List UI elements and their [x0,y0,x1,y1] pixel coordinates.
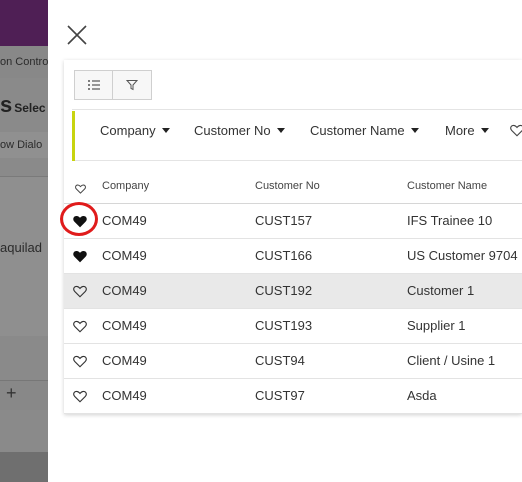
plus-icon: + [6,383,17,403]
heart-outline-icon[interactable] [73,355,87,368]
table-row[interactable]: COM49 CUST157 IFS Trainee 10 [64,204,522,239]
list-toolbar [74,70,152,100]
table-row[interactable]: COM49 CUST97 Asda [64,379,522,414]
app-nav-bar: on Contro [0,46,48,78]
filter-company[interactable]: Company [100,123,170,138]
cell-customer-name: US Customer 9704 [407,248,518,263]
filter-more[interactable]: More [445,123,489,138]
heart-filled-icon[interactable] [73,215,87,228]
cell-company: COM49 [102,353,147,368]
column-header-customer-name[interactable]: Customer Name [407,180,487,192]
column-header-company[interactable]: Company [102,180,149,192]
cell-company: COM49 [102,248,147,263]
background-app: on Contro s Selec ow Dialo aquilad + [0,0,48,482]
column-header-customer-no[interactable]: Customer No [255,180,320,192]
heart-filled-icon[interactable] [73,250,87,263]
heart-outline-icon[interactable] [73,390,87,403]
cell-company: COM49 [102,318,147,333]
app-panel-text: aquilad [0,240,42,255]
app-panel [0,176,48,336]
heart-outline-icon[interactable] [73,320,87,333]
heart-outline-icon[interactable] [73,285,87,298]
cell-customer-name: Asda [407,388,437,403]
table-row[interactable]: COM49 CUST192 Customer 1 [64,274,522,309]
caret-down-icon [276,128,285,134]
heart-outline-icon[interactable] [75,182,86,197]
customer-list-card: Company Customer No Customer Name More C… [64,60,522,414]
app-header [0,0,48,46]
cell-customer-no: CUST192 [255,283,313,298]
filter-customer-no[interactable]: Customer No [194,123,285,138]
caret-down-icon [161,128,170,134]
cell-customer-name: Supplier 1 [407,318,466,333]
table-row[interactable]: COM49 CUST193 Supplier 1 [64,309,522,344]
cell-customer-name: IFS Trainee 10 [407,213,493,228]
cell-customer-no: CUST97 [255,388,305,403]
table-row[interactable]: COM49 CUST94 Client / Usine 1 [64,344,522,379]
cell-customer-name: Customer 1 [407,283,475,298]
cell-customer-no: CUST193 [255,318,313,333]
list-icon[interactable] [74,70,113,100]
customer-lookup-dialog: Company Customer No Customer Name More C… [48,0,522,482]
cell-customer-no: CUST94 [255,353,305,368]
cell-customer-name: Client / Usine 1 [407,353,496,368]
app-command-bar: ow Dialo [0,132,48,158]
filter-bar: Company Customer No Customer Name More [72,109,522,161]
filter-accent-bar [72,111,75,161]
filter-customer-name[interactable]: Customer Name [310,123,419,138]
customer-grid: Company Customer No Customer Name COM49 C… [64,168,522,414]
cell-customer-no: CUST166 [255,248,313,263]
table-row[interactable]: COM49 CUST166 US Customer 9704 [64,239,522,274]
caret-down-icon [410,128,419,134]
app-page-title: s Selec [0,92,46,117]
favorite-filter-icon[interactable] [510,124,522,137]
cell-company: COM49 [102,283,147,298]
filter-icon[interactable] [113,70,152,100]
grid-header: Company Customer No Customer Name [64,168,522,204]
cell-company: COM49 [102,388,147,403]
close-icon[interactable] [66,24,88,46]
app-bottom-bar [0,452,48,482]
cell-customer-no: CUST157 [255,213,313,228]
cell-company: COM49 [102,213,147,228]
caret-down-icon [480,128,489,134]
